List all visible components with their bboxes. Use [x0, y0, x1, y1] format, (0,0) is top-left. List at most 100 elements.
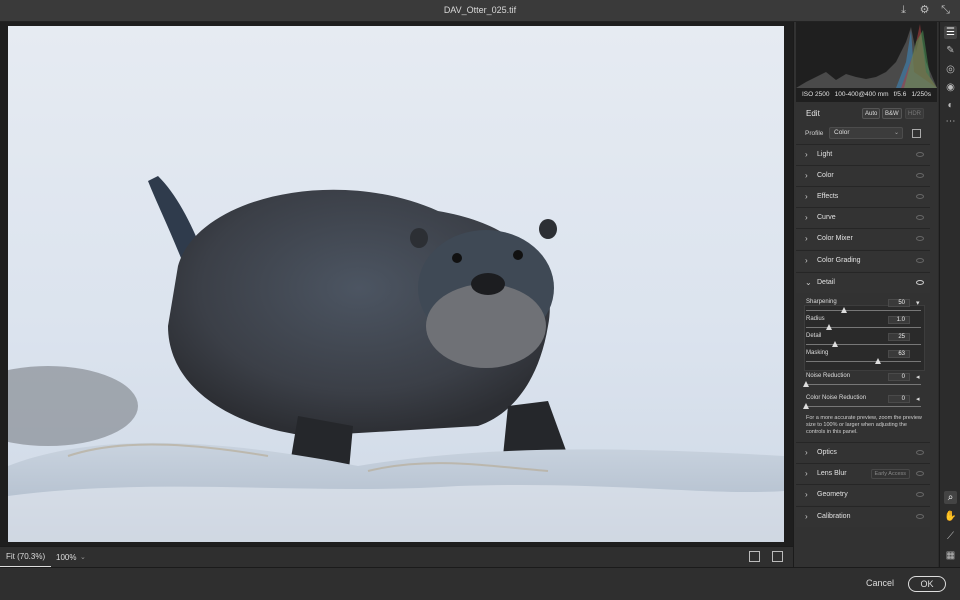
eye-icon[interactable]: [916, 194, 924, 199]
section-label: Geometry: [817, 491, 848, 498]
slider-value[interactable]: 25: [888, 333, 910, 341]
grid-icon[interactable]: ▦: [944, 549, 957, 562]
zoom-fit-button[interactable]: Fit (70.3%): [0, 547, 52, 568]
slider-thumb[interactable]: [832, 341, 838, 347]
red-eye-icon[interactable]: ◉: [944, 81, 957, 94]
section-color[interactable]: › Color: [796, 165, 930, 186]
profile-browser-icon[interactable]: [912, 129, 921, 138]
slider-label: Masking: [806, 350, 829, 356]
chevron-right-icon: ›: [805, 448, 808, 457]
hand-icon[interactable]: ✋: [944, 510, 957, 523]
eye-icon[interactable]: [916, 492, 924, 497]
slider-value[interactable]: 50: [888, 299, 910, 307]
profile-row: Profile Color ⌄: [794, 126, 939, 142]
healing-brush-icon[interactable]: ✎: [944, 44, 957, 57]
section-label: Light: [817, 151, 833, 158]
eye-icon[interactable]: [916, 236, 924, 241]
section-light[interactable]: › Light: [796, 144, 930, 165]
section-optics[interactable]: › Optics: [796, 442, 930, 463]
sampler-icon[interactable]: ⟋: [944, 530, 957, 543]
eye-icon[interactable]: [916, 450, 924, 455]
chevron-down-icon: ⌄: [805, 278, 812, 287]
edit-sliders-icon[interactable]: ☰: [944, 26, 957, 39]
section-lens-blur[interactable]: › Lens Blur Early Access: [796, 463, 930, 484]
dialog-footer: Cancel OK: [0, 567, 960, 600]
presets-icon[interactable]: ◐: [944, 99, 957, 112]
eye-icon[interactable]: [916, 258, 924, 263]
edit-panel: ISO 2500 100-400@400 mm f/5.6 1/250s Edi…: [793, 22, 938, 567]
slider-label: Color Noise Reduction: [806, 395, 867, 401]
section-geometry[interactable]: › Geometry: [796, 484, 930, 505]
eye-icon[interactable]: [916, 152, 924, 157]
eye-icon[interactable]: [916, 280, 924, 285]
profile-value: Color: [834, 129, 850, 136]
ok-button[interactable]: OK: [908, 576, 946, 592]
chevron-right-icon: ›: [805, 490, 808, 499]
iso-value: ISO 2500: [802, 91, 830, 98]
bw-button[interactable]: B&W: [882, 108, 902, 119]
auto-button[interactable]: Auto: [862, 108, 881, 119]
gear-icon[interactable]: ⚙: [918, 4, 931, 17]
lens-value: 100-400@400 mm: [834, 91, 889, 98]
early-access-badge: Early Access: [870, 469, 910, 479]
collapse-icon[interactable]: ⤡: [939, 4, 952, 17]
window-title: DAV_Otter_025.tif: [443, 5, 517, 15]
section-color-grading[interactable]: › Color Grading: [796, 250, 930, 271]
section-effects[interactable]: › Effects: [796, 186, 930, 207]
eye-icon[interactable]: [916, 514, 924, 519]
masking-slider[interactable]: Masking 63: [796, 350, 930, 366]
image-canvas[interactable]: [0, 22, 793, 546]
slider-value[interactable]: 0: [888, 373, 910, 381]
chevron-right-icon: ›: [805, 234, 808, 243]
slider-thumb[interactable]: [803, 381, 809, 387]
section-label: Color: [817, 172, 834, 179]
shutter-value: 1/250s: [911, 91, 931, 98]
sharpening-slider[interactable]: Sharpening 50 ▾: [796, 299, 930, 315]
masking-icon[interactable]: ◎: [944, 63, 957, 76]
section-detail[interactable]: ⌄ Detail: [796, 272, 930, 293]
save-icon[interactable]: ⤓: [897, 4, 910, 17]
slider-value[interactable]: 1.0: [888, 316, 910, 324]
detail-note: For a more accurate preview, zoom the pr…: [806, 415, 922, 435]
section-label: Color Mixer: [817, 235, 853, 242]
chevron-down-icon: ⌄: [893, 130, 899, 136]
slider-label: Sharpening: [806, 299, 837, 305]
hdr-button[interactable]: HDR: [905, 108, 924, 119]
slider-thumb[interactable]: [841, 307, 847, 313]
section-label: Effects: [817, 193, 839, 200]
slider-thumb[interactable]: [826, 324, 832, 330]
radius-slider[interactable]: Radius 1.0: [796, 316, 930, 332]
section-label: Curve: [817, 214, 836, 221]
section-label: Calibration: [817, 513, 851, 520]
slider-value[interactable]: 63: [888, 350, 910, 358]
slider-thumb[interactable]: [803, 403, 809, 409]
cancel-button[interactable]: Cancel: [866, 578, 894, 588]
eye-icon[interactable]: [916, 215, 924, 220]
tool-strip: ☰ ✎ ◎ ◉ ◐ ⋯ ⌕ ✋ ⟋ ▦: [939, 22, 960, 567]
detail-slider[interactable]: Detail 25: [796, 333, 930, 349]
profile-label: Profile: [805, 130, 824, 137]
section-calibration[interactable]: › Calibration: [796, 506, 930, 527]
section-curve[interactable]: › Curve: [796, 207, 930, 228]
slider-thumb[interactable]: [875, 358, 881, 364]
slider-value[interactable]: 0: [888, 395, 910, 403]
noise-reduction-slider[interactable]: Noise Reduction 0 ◂: [796, 373, 930, 389]
section-color-mixer[interactable]: › Color Mixer: [796, 228, 930, 249]
section-label: Optics: [817, 449, 837, 456]
edit-header: Edit Auto B&W HDR: [794, 104, 939, 124]
more-icon[interactable]: ⋯: [944, 115, 957, 128]
color-noise-reduction-slider[interactable]: Color Noise Reduction 0 ◂: [796, 395, 930, 411]
histogram: [796, 22, 937, 88]
chevron-right-icon: ›: [805, 213, 808, 222]
zoom-100-button[interactable]: 100%: [50, 547, 82, 568]
zoom-dropdown-icon[interactable]: ⌄: [80, 547, 90, 568]
single-view-icon[interactable]: [749, 551, 760, 562]
chevron-right-icon: ›: [805, 192, 808, 201]
photo-preview: [8, 26, 784, 542]
profile-select[interactable]: Color ⌄: [829, 127, 903, 139]
eye-icon[interactable]: [916, 173, 924, 178]
before-after-icon[interactable]: [772, 551, 783, 562]
zoom-icon[interactable]: ⌕: [944, 491, 957, 504]
eye-icon[interactable]: [916, 471, 924, 476]
slider-label: Detail: [806, 333, 822, 339]
